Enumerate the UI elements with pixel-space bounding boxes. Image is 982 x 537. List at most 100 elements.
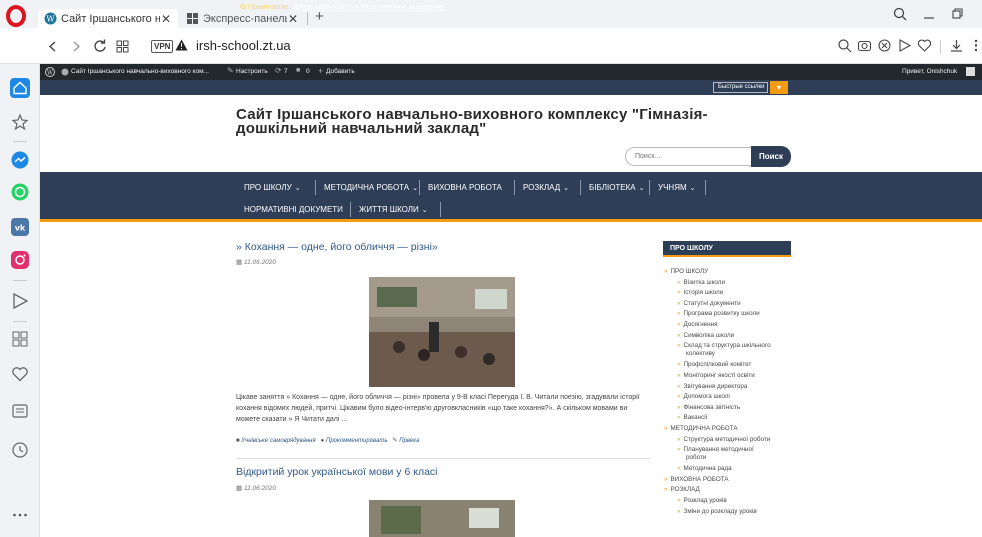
nav-item[interactable]: НОРМАТИВНІ ДОКУМЕТИ (236, 199, 351, 220)
back-icon[interactable] (47, 40, 59, 53)
nav-item[interactable]: ПРО ШКОЛУ ⌄ (236, 177, 316, 198)
home-icon[interactable] (10, 78, 30, 98)
admin-customize[interactable]: Настроить (236, 68, 268, 75)
widget-link[interactable]: » Планування методичної роботи (677, 446, 754, 462)
nav-item[interactable]: ВИХОВНА РОБОТА (420, 177, 515, 198)
calendar-icon: ▦ (236, 259, 243, 266)
admin-site-name[interactable]: Сайт Іршанського навчально-виховного ком… (71, 68, 209, 75)
forward-icon[interactable] (70, 40, 82, 53)
nav-item[interactable]: БІБЛІОТЕКА ⌄ (581, 177, 650, 198)
comments-icon: ■ (296, 67, 301, 74)
chevron-right-icon: » (677, 414, 681, 422)
widget-link[interactable]: » Методична рада (677, 465, 732, 473)
admin-updates-count[interactable]: 7 (284, 68, 288, 75)
search-tabs-icon[interactable] (893, 7, 907, 21)
opera-menu-icon[interactable] (5, 5, 27, 27)
admin-add-new[interactable]: Добавить (326, 68, 355, 75)
messenger-icon[interactable] (11, 151, 29, 169)
post-image[interactable] (369, 277, 515, 387)
admin-greeting[interactable]: Привет, Onishchuk (902, 68, 957, 75)
widget-link[interactable]: » Склад та структура шкільного колективу (677, 342, 771, 358)
widget-link[interactable]: » Звітування директора (677, 383, 747, 391)
restore-window-icon[interactable] (951, 7, 965, 21)
nav-item[interactable]: МЕТОДИЧНА РОБОТА ⌄ (316, 177, 420, 198)
widget-link[interactable]: » Фінансова звітність (677, 404, 740, 412)
vk-icon[interactable]: vk (11, 218, 29, 236)
post-title[interactable]: Відкритий урок української мови у 6 клас… (236, 466, 438, 478)
heart-icon[interactable] (917, 38, 932, 53)
wordpress-icon[interactable]: W (45, 67, 55, 77)
widget-category[interactable]: » РОЗКЛАД (664, 486, 700, 494)
notice-icon: ✪ (240, 4, 246, 11)
post-image[interactable] (369, 500, 515, 537)
toolbar-separator (940, 40, 941, 54)
send-icon[interactable] (11, 292, 29, 310)
widget-link-label: ВИХОВНА РОБОТА (670, 475, 729, 483)
bookmark-star-icon[interactable] (11, 113, 29, 131)
search-button[interactable]: Поиск (751, 146, 791, 167)
nav-item[interactable]: УЧНЯМ ⌄ (650, 177, 706, 198)
widget-link[interactable]: » Статутні документи (677, 300, 741, 308)
search-input[interactable] (625, 147, 751, 166)
tab-close-icon[interactable]: ✕ (287, 12, 299, 26)
nav-item[interactable]: РОЗКЛАД ⌄ (515, 177, 581, 198)
post-title[interactable]: » Кохання — одне, його обличчя — різні» (236, 241, 438, 253)
search-icon[interactable] (837, 38, 852, 53)
reload-icon[interactable] (93, 39, 107, 53)
quick-links-button[interactable]: Быстрые ссылки (713, 82, 768, 93)
post-comment-link[interactable]: Прокомментировать (326, 438, 388, 444)
post-author-link[interactable]: Првека (399, 438, 419, 444)
post-excerpt: Цікаве заняття » Кохання — одне, його об… (236, 394, 640, 423)
speed-dial-icon[interactable] (11, 330, 29, 348)
admin-comments-count[interactable]: 0 (306, 68, 310, 75)
widget-link[interactable]: » Профспілковий комітет (677, 361, 751, 369)
warning-icon[interactable] (175, 39, 188, 51)
chevron-down-icon[interactable]: ▾ (770, 81, 788, 94)
camera-icon[interactable] (857, 38, 872, 53)
chevron-right-icon: » (677, 299, 681, 307)
widget-link[interactable]: » Програма розвитку школи (677, 310, 760, 318)
tab-express-panel[interactable]: Экспресс-панель ✕ (180, 9, 305, 28)
minimize-icon[interactable] (922, 7, 936, 21)
widget-category[interactable]: » ПРО ШКОЛУ (664, 268, 708, 276)
widget-link[interactable]: » Візитка школи (677, 279, 725, 287)
post-date: ▦ 11.06.2020 (236, 259, 277, 266)
url-field[interactable]: irsh-school.zt.ua (196, 38, 291, 53)
widget-link-label: Методична рада (683, 465, 732, 473)
download-icon[interactable] (949, 38, 964, 53)
widget-link[interactable]: » Структура методичної роботи (677, 436, 770, 444)
news-icon[interactable] (11, 402, 29, 420)
vpn-badge[interactable]: VPN (151, 40, 174, 53)
nav-item-label: РОЗКЛАД (523, 183, 561, 192)
widget-link[interactable]: » Допомога школі (677, 393, 730, 401)
history-icon[interactable] (11, 441, 29, 459)
widget-link[interactable]: » Вакансії (677, 414, 707, 422)
whatsapp-icon[interactable] (11, 183, 29, 201)
chevron-right-icon: » (677, 342, 681, 350)
menu-icon[interactable] (972, 38, 980, 53)
widget-link[interactable]: » Зміни до розкладу уроків (677, 508, 757, 516)
instagram-icon[interactable] (11, 251, 29, 269)
send-icon[interactable] (897, 38, 912, 53)
speed-dial-icon[interactable] (116, 40, 129, 53)
widget-link-label: Зміни до розкладу уроків (683, 507, 757, 515)
tab-close-icon[interactable]: ✕ (160, 12, 172, 26)
tab-school-site[interactable]: W Сайт Іршанського навчаль ✕ (38, 9, 178, 28)
widget-link-label: Статутні документи (683, 299, 741, 307)
notice-link[interactable]: Добро пожаловать в наше учебное заведени… (292, 4, 444, 11)
widget-link[interactable]: » Досягнення (677, 321, 718, 329)
widget-category[interactable]: » МЕТОДИЧНА РОБОТА (664, 425, 738, 433)
more-icon[interactable] (11, 506, 29, 524)
widget-link[interactable]: » Символіка школи (677, 332, 734, 340)
nav-item[interactable]: ЖИТТЯ ШКОЛИ ⌄ (351, 199, 441, 220)
grid-icon (187, 13, 198, 24)
widget-link[interactable]: » Розклад уроків (677, 497, 727, 505)
widget-link[interactable]: » Історія школи (677, 289, 723, 297)
widget-category[interactable]: » ВИХОВНА РОБОТА (664, 476, 729, 484)
block-icon[interactable] (877, 38, 892, 53)
widget-link[interactable]: » Моніторинг якості освіти (677, 372, 755, 380)
heart-icon[interactable] (11, 365, 29, 383)
post-category-link[interactable]: Учнівське самоврядування (241, 438, 315, 444)
avatar[interactable] (966, 67, 975, 76)
site-title[interactable]: Сайт Іршанського навчально-виховного ком… (236, 107, 796, 136)
